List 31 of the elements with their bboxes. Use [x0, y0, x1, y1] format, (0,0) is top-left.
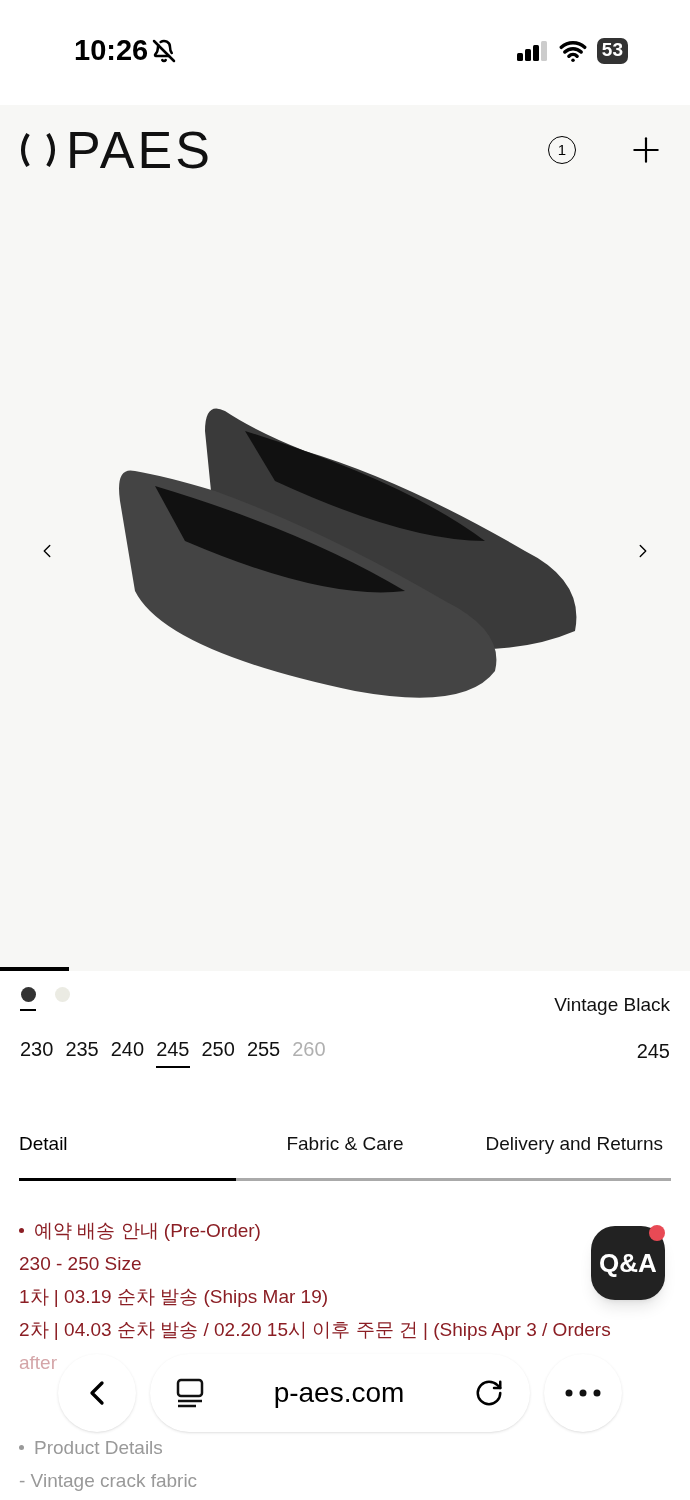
status-time: 10:26: [74, 32, 149, 68]
detail-text: - Vintage crack fabric: [19, 1469, 198, 1492]
detail-text: 2차 | 04.03 순차 발송 / 02.20 15시 이후 주문 건 | (Ships Apr 3 / Orders: [19, 1318, 611, 1341]
brand-logo[interactable]: PAES: [66, 124, 213, 176]
color-name: Vintage Black: [554, 993, 670, 1017]
bullet-icon: [19, 1445, 24, 1450]
size-option[interactable]: 230: [20, 1033, 54, 1068]
size-option[interactable]: 245: [156, 1033, 190, 1068]
tab[interactable]: Delivery and Returns: [453, 1129, 671, 1181]
size-option[interactable]: 240: [110, 1033, 145, 1068]
detail-text: 1차 | 03.19 순차 발송 (Ships Mar 19): [19, 1285, 329, 1308]
size-option[interactable]: 250: [201, 1033, 235, 1068]
battery-level: 53: [596, 37, 628, 64]
url-text: p-aes.com: [273, 1376, 405, 1410]
size-option[interactable]: 255: [246, 1033, 281, 1068]
address-bar[interactable]: p-aes.com: [150, 1354, 530, 1432]
bullet-icon: [19, 1228, 24, 1233]
selected-size: 245: [636, 1038, 670, 1064]
detail-text: Product Details: [34, 1436, 163, 1459]
detail-text: 예약 배송 안내 (Pre-Order): [34, 1219, 261, 1242]
tab[interactable]: Detail: [19, 1129, 237, 1181]
reload-icon[interactable]: [474, 1378, 504, 1408]
tabs-icon[interactable]: [176, 1378, 204, 1408]
detail-text: 230 - 250 Size: [19, 1252, 142, 1275]
signal-icon: [516, 40, 549, 61]
more-icon: [565, 1389, 601, 1397]
color-swatch[interactable]: [20, 987, 36, 1011]
qa-button[interactable]: Q&A: [591, 1226, 665, 1300]
size-option[interactable]: 235: [65, 1033, 99, 1068]
detail-text: after: [19, 1351, 58, 1374]
tab[interactable]: Fabric & Care: [236, 1129, 454, 1181]
